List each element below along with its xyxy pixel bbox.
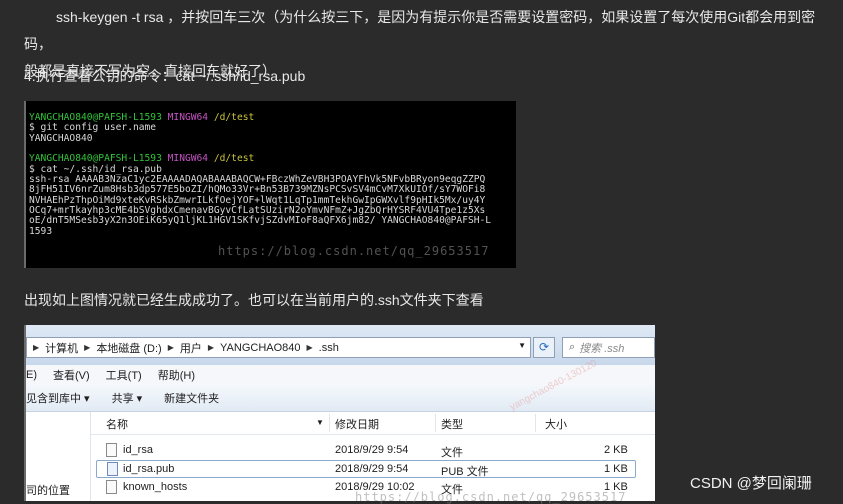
- column-size[interactable]: 大小: [545, 416, 567, 432]
- share-button[interactable]: 共享 ▾: [112, 390, 143, 406]
- menu-edit[interactable]: E): [26, 369, 37, 381]
- terminal-watermark: https://blog.csdn.net/qq_29653517: [218, 244, 490, 258]
- file-icon: [106, 480, 117, 494]
- note-paragraph: 出现如上图情况就已经生成成功了。也可以在当前用户的.ssh文件夹下查看: [24, 292, 484, 308]
- search-placeholder: 搜索 .ssh: [579, 342, 625, 355]
- new-folder-button[interactable]: 新建文件夹: [164, 390, 219, 406]
- terminal-key-line: oE/dnT5MSesb3yX2n3OEiK65yQ1ljKL1HGV1SKfv…: [29, 215, 492, 227]
- navigation-pane: 司的位置: [26, 412, 91, 501]
- terminal-screenshot: YANGCHAO840@PAFSH-L1593 MINGW64 /d/test …: [26, 101, 516, 268]
- breadcrumb-user[interactable]: YANGCHAO840: [220, 342, 301, 354]
- column-header-row: 名称 ▼ 修改日期 类型 大小: [91, 412, 655, 435]
- chevron-right-icon: ▶: [167, 343, 174, 352]
- command-toolbar: 见含到库中 ▾ 共享 ▾ 新建文件夹: [26, 385, 655, 412]
- explorer-screenshot: ▶ 计算机 ▶ 本地磁盘 (D:) ▶ 用户 ▶ YANGCHAO840 ▶ .…: [26, 325, 655, 501]
- file-name: id_rsa.pub: [123, 463, 175, 475]
- menu-tools[interactable]: 工具(T): [106, 367, 142, 383]
- file-row-id-rsa-pub[interactable]: id_rsa.pub 2018/9/29 9:54 PUB 文件 1 KB: [96, 460, 636, 478]
- file-size: 2 KB: [604, 444, 628, 456]
- chevron-right-icon: ▶: [207, 343, 215, 352]
- step-4-heading: 4.执行查看公钥的命令：cat ~/.ssh/id_rsa.pub: [24, 68, 306, 84]
- file-name: known_hosts: [123, 481, 188, 493]
- file-icon: [106, 443, 117, 457]
- file-size: 1 KB: [604, 463, 628, 475]
- menu-view[interactable]: 查看(V): [53, 367, 90, 383]
- file-row-id-rsa[interactable]: id_rsa 2018/9/29 9:54 文件 2 KB: [96, 442, 636, 460]
- explorer-watermark: https://blog.csdn.net/qq_29653517: [355, 490, 627, 504]
- address-bar-area: ▶ 计算机 ▶ 本地磁盘 (D:) ▶ 用户 ▶ YANGCHAO840 ▶ .…: [26, 325, 655, 366]
- chevron-right-icon: ▶: [33, 343, 40, 352]
- chevron-right-icon: ▶: [306, 343, 313, 352]
- file-date: 2018/9/29 9:54: [335, 463, 409, 475]
- terminal-output-1: YANGCHAO840: [29, 132, 93, 144]
- search-icon: ⌕: [569, 341, 576, 353]
- file-type: PUB 文件: [441, 466, 489, 478]
- menu-help[interactable]: 帮助(H): [158, 367, 195, 383]
- column-name[interactable]: 名称: [106, 416, 128, 432]
- sort-chevron-down-icon: ▼: [316, 418, 324, 427]
- terminal-key-line: 1593: [29, 225, 53, 237]
- refresh-button[interactable]: ⟳: [533, 337, 555, 358]
- breadcrumb-ssh[interactable]: .ssh: [319, 342, 339, 354]
- csdn-watermark: CSDN @梦回阑珊: [690, 475, 812, 492]
- include-in-library-button[interactable]: 见含到库中 ▾: [26, 390, 90, 406]
- breadcrumb-drive-d[interactable]: 本地磁盘 (D:): [96, 340, 161, 356]
- search-input[interactable]: ⌕ 搜索 .ssh: [562, 337, 655, 358]
- column-type[interactable]: 类型: [441, 416, 463, 432]
- file-date: 2018/9/29 9:54: [335, 444, 409, 456]
- breadcrumb-computer[interactable]: 计算机: [45, 340, 78, 356]
- column-date[interactable]: 修改日期: [335, 416, 379, 432]
- file-type: 文件: [441, 447, 463, 459]
- nav-item-locations[interactable]: 司的位置: [26, 482, 70, 498]
- pub-file-icon: [107, 462, 118, 476]
- address-bar[interactable]: ▶ 计算机 ▶ 本地磁盘 (D:) ▶ 用户 ▶ YANGCHAO840 ▶ .…: [26, 337, 531, 358]
- intro-line-1: ssh-keygen -t rsa ，并按回车三次（为什么按三下，是因为有提示你…: [24, 9, 816, 52]
- breadcrumb-users[interactable]: 用户: [180, 340, 202, 356]
- chevron-down-icon[interactable]: ▼: [518, 341, 526, 350]
- terminal-command-1: $ git config user.name: [29, 122, 157, 134]
- chevron-right-icon: ▶: [84, 343, 91, 352]
- file-name: id_rsa: [123, 444, 153, 456]
